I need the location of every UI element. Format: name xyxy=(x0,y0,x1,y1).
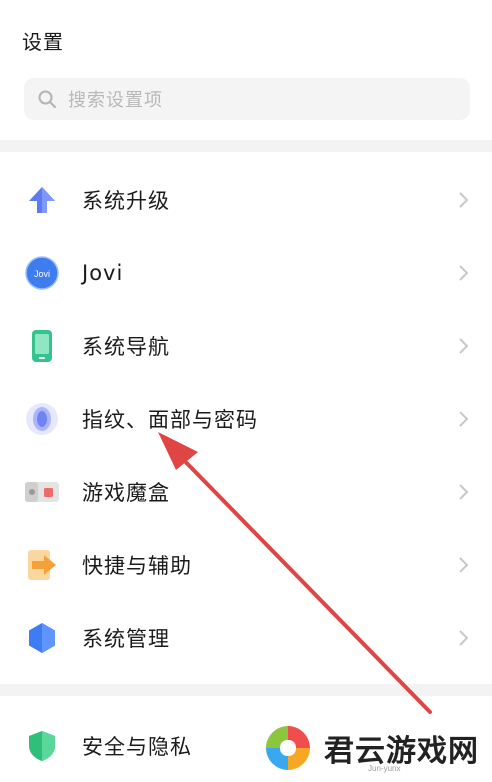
game-box-icon xyxy=(24,474,60,510)
menu-item-shortcuts-accessibility[interactable]: 快捷与辅助 xyxy=(0,529,492,601)
chevron-right-icon xyxy=(459,192,469,208)
menu-item-jovi[interactable]: Jovi Jovi xyxy=(0,237,492,309)
hexagon-manage-icon xyxy=(24,620,60,656)
page-title: 设置 xyxy=(22,30,64,54)
menu-item-system-navigation[interactable]: 系统导航 xyxy=(0,310,492,382)
menu-item-system-upgrade[interactable]: 系统升级 xyxy=(0,164,492,236)
menu-item-label: 安全与隐私 xyxy=(82,735,192,759)
menu-item-label: 指纹、面部与密码 xyxy=(82,408,258,432)
chevron-right-icon xyxy=(459,630,469,646)
search-bar[interactable]: 搜索设置项 xyxy=(24,78,470,120)
search-placeholder: 搜索设置项 xyxy=(68,90,163,111)
phone-navigation-icon xyxy=(24,328,60,364)
menu-item-label: 系统导航 xyxy=(82,335,170,359)
menu-item-fingerprint-face-password[interactable]: 指纹、面部与密码 xyxy=(0,383,492,455)
shield-icon xyxy=(24,728,60,764)
menu-item-label: 系统升级 xyxy=(82,189,170,213)
watermark-text: 君云游戏网 xyxy=(324,734,479,769)
chevron-right-icon xyxy=(459,265,469,281)
menu-item-label: 游戏魔盒 xyxy=(82,481,170,505)
section-divider xyxy=(0,140,492,152)
chevron-right-icon xyxy=(459,411,469,427)
menu-item-label: Jovi xyxy=(82,261,124,285)
watermark-subtext: Jun-yunx xyxy=(368,764,401,773)
jovi-icon: Jovi xyxy=(24,255,60,291)
shortcut-arrow-icon xyxy=(24,547,60,583)
search-icon xyxy=(36,88,58,110)
watermark-logo-icon xyxy=(266,726,310,770)
svg-text:Jovi: Jovi xyxy=(34,269,50,279)
menu-item-game-box[interactable]: 游戏魔盒 xyxy=(0,456,492,528)
menu-item-label: 快捷与辅助 xyxy=(82,554,192,578)
menu-item-label: 系统管理 xyxy=(82,627,170,651)
chevron-right-icon xyxy=(459,484,469,500)
section-divider xyxy=(0,684,492,696)
chevron-right-icon xyxy=(459,338,469,354)
fingerprint-icon xyxy=(24,401,60,437)
menu-item-system-management[interactable]: 系统管理 xyxy=(0,602,492,674)
chevron-right-icon xyxy=(459,557,469,573)
upgrade-arrow-icon xyxy=(24,182,60,218)
